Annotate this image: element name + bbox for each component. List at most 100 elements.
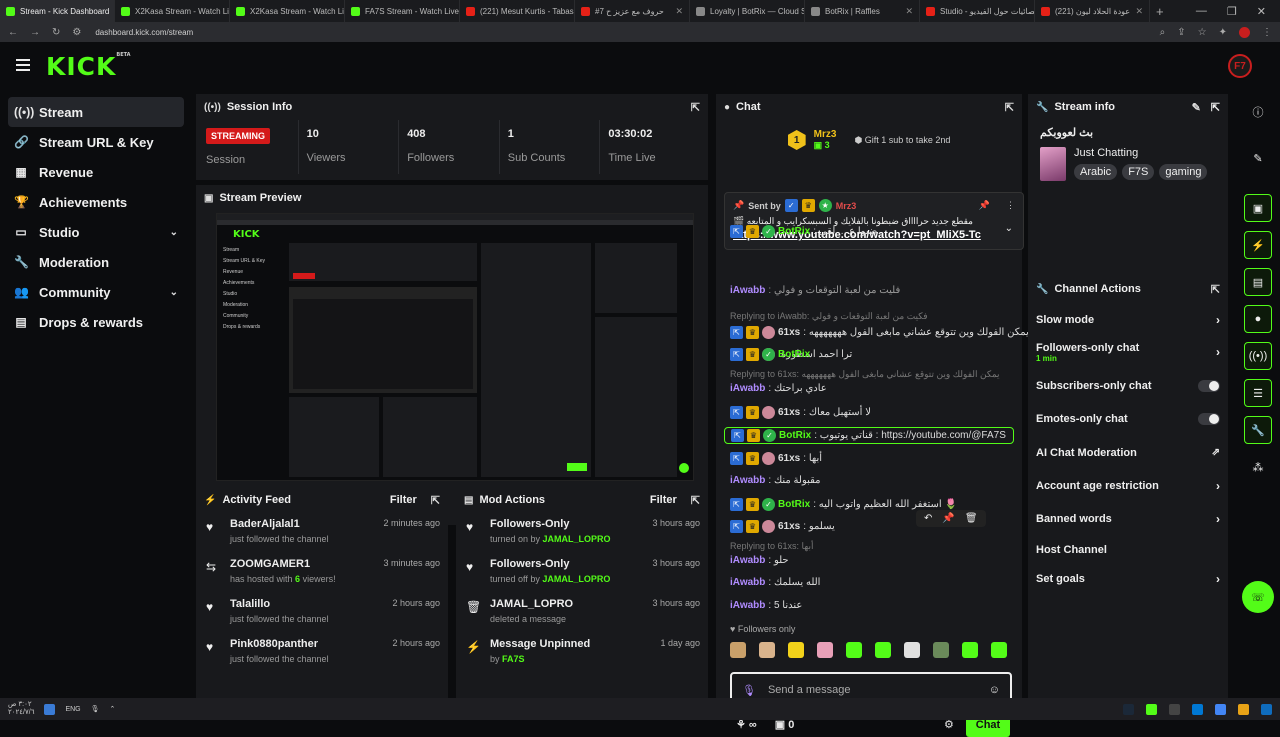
clock[interactable]: ٣:٠٢ ص ٢٠٢٤/٧/٦ [8,701,34,717]
emote-icon[interactable] [933,642,949,658]
zoom-icon[interactable]: ⌕ [1160,27,1166,38]
edit-icon[interactable]: ✎ [1192,101,1201,114]
browser-tab[interactable]: BotRix | Raffles ✕ [805,0,920,22]
emote-icon[interactable] [962,642,978,658]
chat-username[interactable]: 61xs [778,453,800,464]
profile-avatar[interactable] [1239,26,1250,38]
emote-icon[interactable] [991,642,1007,658]
reply-context[interactable]: Replying to iAwabb: فكيت من لعبة التوقعا… [730,311,928,322]
channel-action-subscribers-only-chat[interactable]: Subscribers-only chat [1028,370,1228,402]
chat-username[interactable]: iAwabb [730,475,765,486]
channel-action-followers-only-chat[interactable]: Followers-only chat 1 min › [1028,334,1228,370]
menu-icon[interactable] [16,59,30,71]
popout-icon[interactable]: ⇱ [691,101,700,114]
browser-tab[interactable]: FA7S Stream - Watch Live on Kick✕ [345,0,460,22]
browser-tab[interactable]: X2Kasa Stream - Watch Live on Kick✕ [115,0,230,22]
channel-action-set-goals[interactable]: Set goals › [1028,564,1228,593]
close-tab-icon[interactable]: ✕ [671,6,683,17]
chat-toggle-icon[interactable]: ● [1244,305,1272,333]
activity-user[interactable]: Talalillo [230,598,392,610]
url-field[interactable]: dashboard.kick.com/stream [95,28,193,37]
chat-message[interactable]: ⇱ ♛ 61xs: يسلمو [730,520,835,533]
activity-user[interactable]: BaderAljalal1 [230,518,383,530]
pin-icon[interactable]: 📌 [942,513,954,524]
delete-icon[interactable]: 🗑 [965,513,978,524]
activity-user[interactable]: Pink0880panther [230,638,392,650]
obs-icon[interactable] [1169,703,1180,715]
browser-menu-icon[interactable]: ⋮ [1262,27,1272,38]
plugins-icon[interactable]: ⁂ [1244,453,1272,481]
emote-icon[interactable] [730,642,746,658]
toggle-switch[interactable] [1198,413,1220,425]
session-toggle-icon[interactable]: ((•)) [1244,342,1272,370]
chat-message[interactable]: iAwabb: الله يسلمك [730,577,820,588]
filter-button[interactable]: Filter [390,494,417,506]
channel-action-slow-mode[interactable]: Slow mode › [1028,306,1228,334]
reload-icon[interactable]: ↻ [52,27,60,38]
chrome-icon[interactable] [1215,703,1226,715]
emote-icon[interactable] [817,642,833,658]
chat-username[interactable]: iAwabb [730,555,765,566]
emote-icon[interactable] [904,642,920,658]
browser-tab[interactable]: Stream - Kick Dashboard✕ [0,0,115,22]
kick-logo[interactable]: KICKBETA [46,52,131,81]
reply-context[interactable]: Replying to 61xs: يمكن الفولك وين تتوقع … [730,369,1000,380]
activity-user[interactable]: ZOOMGAMER1 [230,558,383,570]
explorer-icon[interactable] [1238,703,1249,715]
chat-username[interactable]: BotRix [778,349,810,360]
stream-tag[interactable]: Arabic [1074,164,1118,180]
user-avatar[interactable]: F7 [1228,54,1252,78]
chat-message[interactable]: iAwabb: فليت من لعبة التوقعات و فولي [730,285,900,296]
chat-message[interactable]: iAwabb: مقبولة منك [730,475,821,486]
forward-icon[interactable]: → [30,27,40,38]
share-icon[interactable]: ⇪ [1177,27,1185,38]
sidebar-item-stream-url-key[interactable]: 🔗 Stream URL & Key [8,127,184,157]
chat-username[interactable]: BotRix [779,430,811,441]
browser-tab[interactable]: (221) عودة الحلاد ليون ✕ [1035,0,1150,22]
chat-username[interactable]: BotRix [778,499,810,510]
emote-icon[interactable] [846,642,862,658]
mic-icon[interactable]: 🎙 [742,684,756,697]
minimize-button[interactable]: — [1196,5,1207,18]
filter-button[interactable]: Filter [650,494,677,506]
chat-message[interactable]: iAwabb: حلو [730,555,789,566]
emote-icon[interactable] [788,642,804,658]
more-options-icon[interactable]: ⋮ [1006,200,1015,211]
new-tab-button[interactable]: + [1156,4,1164,19]
sidebar-item-studio[interactable]: ▭ Studio ⌄ [8,217,184,247]
mod-user[interactable]: FA7S [502,654,525,664]
emoji-icon[interactable]: ☺ [989,684,1000,696]
steam-icon[interactable] [1123,703,1134,715]
chat-username[interactable]: BotRix [778,226,810,237]
help-icon[interactable]: ☏ [1242,581,1274,613]
language-indicator[interactable]: ENG [65,706,80,713]
popout-icon[interactable]: ⇱ [1211,101,1220,114]
chat-username[interactable]: 61xs [778,327,800,338]
mod-user[interactable]: JAMAL_LOPRO [543,534,611,544]
chat-message[interactable]: ⇱ ♛ ✓ BotRix: قناتي يوتيوب : https://youtub… [724,427,1014,444]
sidebar-item-stream[interactable]: ((•)) Stream [8,97,184,127]
emote-icon[interactable] [875,642,891,658]
streaminfo-toggle-icon[interactable]: ☰ [1244,379,1272,407]
channel-action-emotes-only-chat[interactable]: Emotes-only chat [1028,402,1228,436]
stream-tag[interactable]: gaming [1159,164,1208,180]
windows-start-icon[interactable] [1261,703,1272,715]
site-info-icon[interactable]: ⚙ [72,27,81,38]
kick-app-icon[interactable] [1146,703,1157,715]
edge-icon[interactable] [44,703,56,715]
edit-icon[interactable]: ✎ [1244,144,1272,172]
chat-username[interactable]: 61xs [778,407,800,418]
browser-tab[interactable]: (221) Mesut Kurtis - Tabassam✕ [460,0,575,22]
browser-tab[interactable]: X2Kasa Stream - Watch Live on Kick✕ [230,0,345,22]
gift-sub-button[interactable]: ⬢ Gift 1 sub to take 2nd [854,135,950,146]
chat-message[interactable]: iAwabb: عادي براحتك [730,383,827,394]
chat-message[interactable]: iAwabb: عندنا 5 [730,600,802,611]
mic-icon[interactable]: 🎙 [91,705,100,713]
maximize-button[interactable]: ❐ [1227,5,1237,18]
stream-preview-video[interactable]: KICK Stream Stream URL & Key Revenue Achiev… [216,213,694,481]
popout-icon[interactable]: ⇱ [691,494,700,507]
chat-message[interactable]: ⇱ ♛ 61xs: يمكن الفولك وين تتوقع عشاني مابغ… [730,326,1029,339]
popout-icon[interactable]: ⇱ [1005,101,1014,114]
chat-username[interactable]: iAwabb [730,600,765,611]
sidebar-item-moderation[interactable]: 🔧 Moderation [8,247,184,277]
